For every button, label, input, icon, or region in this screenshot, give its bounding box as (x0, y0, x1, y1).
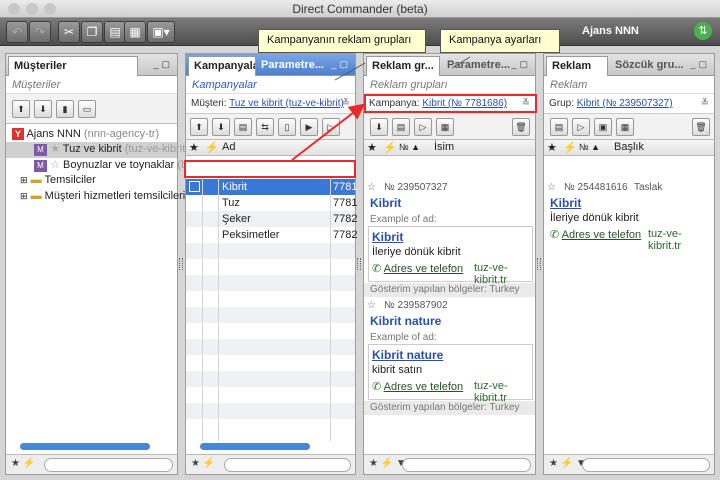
callout-campaign-settings: Kampanya ayarları (440, 29, 560, 53)
callout-ad-groups: Kampanyanın reklam grupları (258, 29, 426, 53)
annotation-arrows (291, 56, 471, 161)
